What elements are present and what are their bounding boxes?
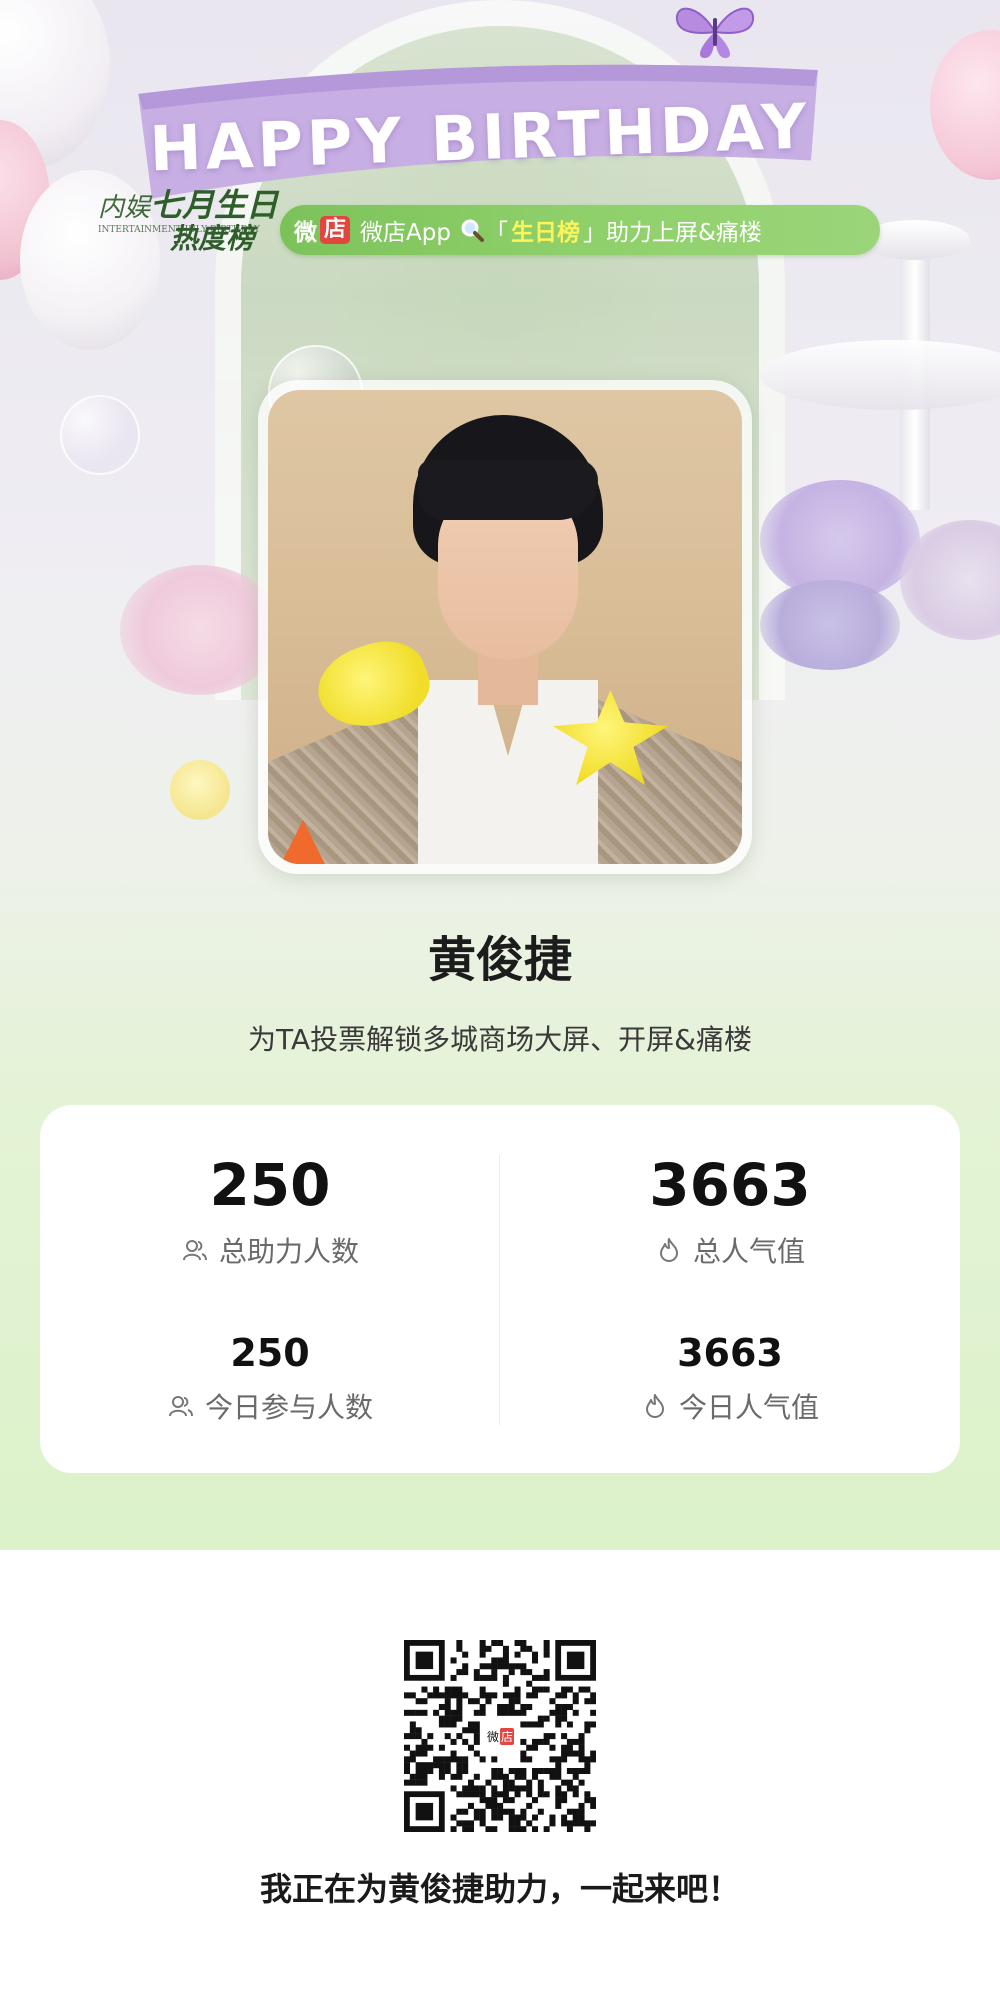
stat-today-participants: 250 今日参与人数 xyxy=(40,1330,500,1426)
stat-value: 3663 xyxy=(649,1151,811,1219)
app-name: 微店App xyxy=(360,220,451,246)
stat-total-helpers: 250 总助力人数 xyxy=(40,1150,500,1270)
users-icon xyxy=(182,1240,207,1261)
flame-icon xyxy=(659,1238,678,1262)
rose-bouquet xyxy=(120,565,280,695)
profile-photo-frame xyxy=(258,380,752,874)
stat-value: 250 xyxy=(230,1331,310,1375)
fountain-basin xyxy=(760,340,1000,410)
vote-subtitle: 为TA投票解锁多城商场大屏、开屏&痛楼 xyxy=(248,1023,752,1056)
weidian-qr-logo: 微店 xyxy=(484,1720,516,1752)
pill-action-text: 助力上屏&痛楼 xyxy=(605,220,762,246)
weidian-promo-pill[interactable]: 微店 微店App 「 生日榜 」 助力上屏&痛楼 xyxy=(280,205,880,255)
hot-list-logo: 内娱七月生日 INTERTAINMENT JULY BIRTHDAY 热度榜 xyxy=(98,189,288,266)
weidian-logo: 微店 xyxy=(294,213,351,247)
stat-label: 总助力人数 xyxy=(218,1235,359,1268)
qr-code[interactable]: 微店 xyxy=(404,1640,597,1833)
stat-total-popularity: 3663 总人气值 xyxy=(500,1150,960,1270)
flame-icon xyxy=(645,1394,664,1418)
birthday-rank-label: 生日榜 xyxy=(510,220,580,246)
stat-label: 今日参与人数 xyxy=(204,1391,373,1424)
bracket-left: 「 xyxy=(484,220,508,246)
balloon xyxy=(930,30,1000,180)
stat-value: 250 xyxy=(209,1151,331,1219)
celebrity-name: 黄俊捷 xyxy=(427,932,572,988)
stats-card: 250 总助力人数 3663 总人气值 250 今日参与人数 3663 今日人气… xyxy=(40,1105,960,1473)
bracket-right: 」 xyxy=(582,220,606,246)
stat-label: 总人气值 xyxy=(692,1235,805,1268)
stat-label: 今日人气值 xyxy=(678,1391,819,1424)
hydrangea-flowers xyxy=(760,580,900,670)
search-icon xyxy=(461,219,484,242)
cta-text: 我正在为黄俊捷助力，一起来吧！ xyxy=(259,1870,740,1908)
stat-today-popularity: 3663 今日人气值 xyxy=(500,1330,960,1426)
rubber-duck xyxy=(170,760,230,820)
logo-prefix: 内娱 xyxy=(98,193,151,223)
users-icon xyxy=(168,1396,193,1417)
profile-photo xyxy=(268,390,742,864)
hero-background: HAPPY BIRTHDAY 内娱七月生日 INTERTAINMENT JULY… xyxy=(0,0,1000,1550)
stat-value: 3663 xyxy=(677,1331,783,1375)
bubble xyxy=(60,395,140,475)
